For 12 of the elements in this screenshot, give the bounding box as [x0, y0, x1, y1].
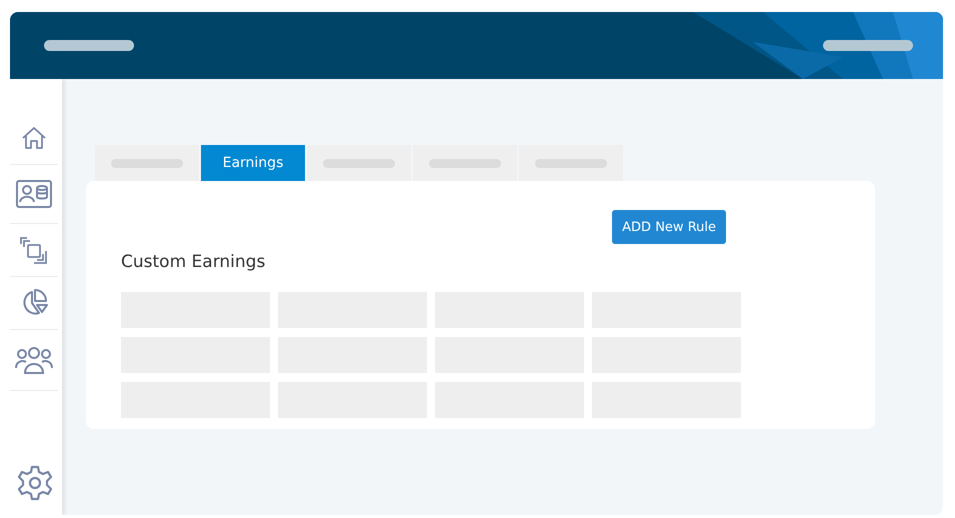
- tab[interactable]: [307, 145, 411, 181]
- tab[interactable]: [413, 145, 517, 181]
- tab[interactable]: [95, 145, 199, 181]
- tab[interactable]: Earnings: [201, 145, 305, 181]
- people-icon: [15, 346, 53, 374]
- home-icon: [21, 125, 47, 151]
- settings-icon[interactable]: [16, 465, 52, 501]
- windows-icon: [19, 236, 49, 264]
- add-rule-button[interactable]: ADD New Rule: [612, 210, 726, 244]
- id-card-icon: [16, 180, 52, 208]
- tab[interactable]: [519, 145, 623, 181]
- card-title: Custom Earnings: [121, 252, 266, 272]
